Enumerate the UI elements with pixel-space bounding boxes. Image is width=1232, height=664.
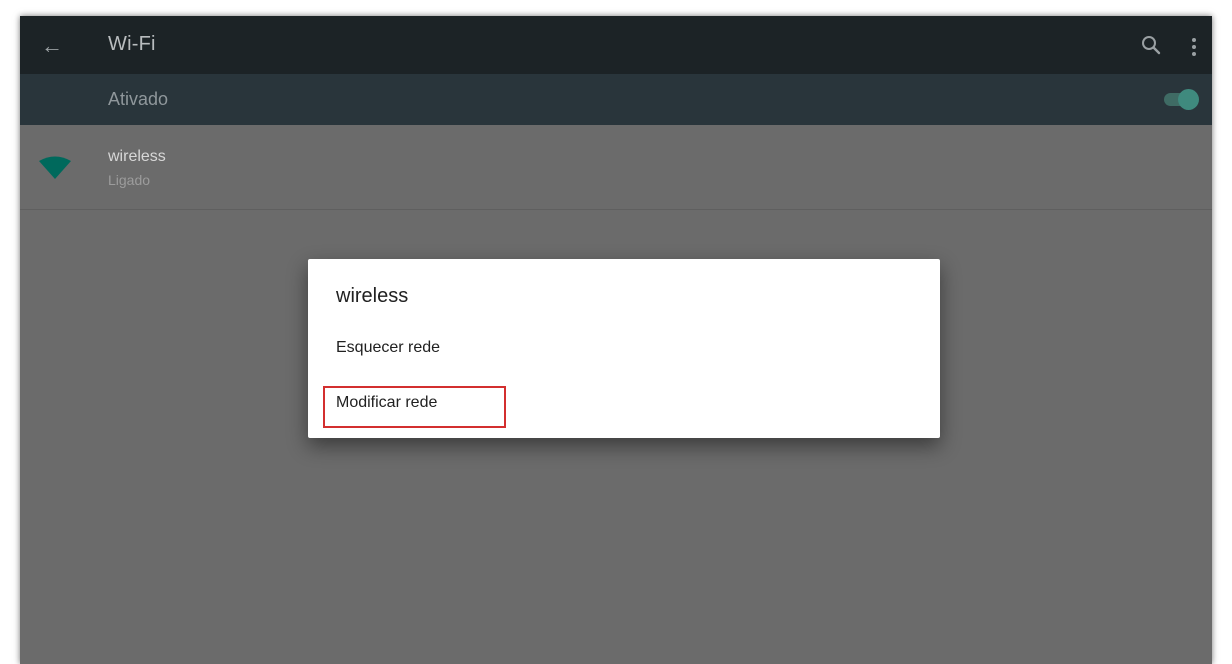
app-bar: ← Wi-Fi bbox=[20, 16, 1212, 74]
more-vert-icon bbox=[1192, 38, 1196, 56]
network-options-dialog: wireless Esquecer rede Modificar rede bbox=[308, 259, 940, 438]
back-button[interactable]: ← bbox=[40, 34, 64, 58]
search-icon bbox=[1142, 36, 1161, 55]
forget-network-option[interactable]: Esquecer rede bbox=[336, 339, 440, 357]
network-list: wireless Ligado bbox=[20, 125, 1212, 210]
wifi-toggle[interactable] bbox=[1160, 87, 1200, 111]
search-button[interactable] bbox=[1140, 34, 1162, 56]
page-title: Wi-Fi bbox=[108, 33, 156, 55]
wifi-switch-label: Ativado bbox=[108, 89, 169, 109]
modify-network-option[interactable]: Modificar rede bbox=[336, 394, 437, 412]
network-name: wireless bbox=[108, 148, 166, 165]
wifi-icon bbox=[39, 156, 71, 179]
arrow-left-icon: ← bbox=[41, 33, 63, 58]
more-options-button[interactable] bbox=[1188, 36, 1200, 58]
dialog-title: wireless bbox=[336, 285, 409, 307]
network-row-wireless[interactable]: wireless Ligado bbox=[20, 125, 1212, 209]
toggle-thumb bbox=[1178, 89, 1199, 110]
network-status: Ligado bbox=[108, 172, 151, 188]
wifi-master-switch-bar: Ativado bbox=[20, 74, 1212, 125]
